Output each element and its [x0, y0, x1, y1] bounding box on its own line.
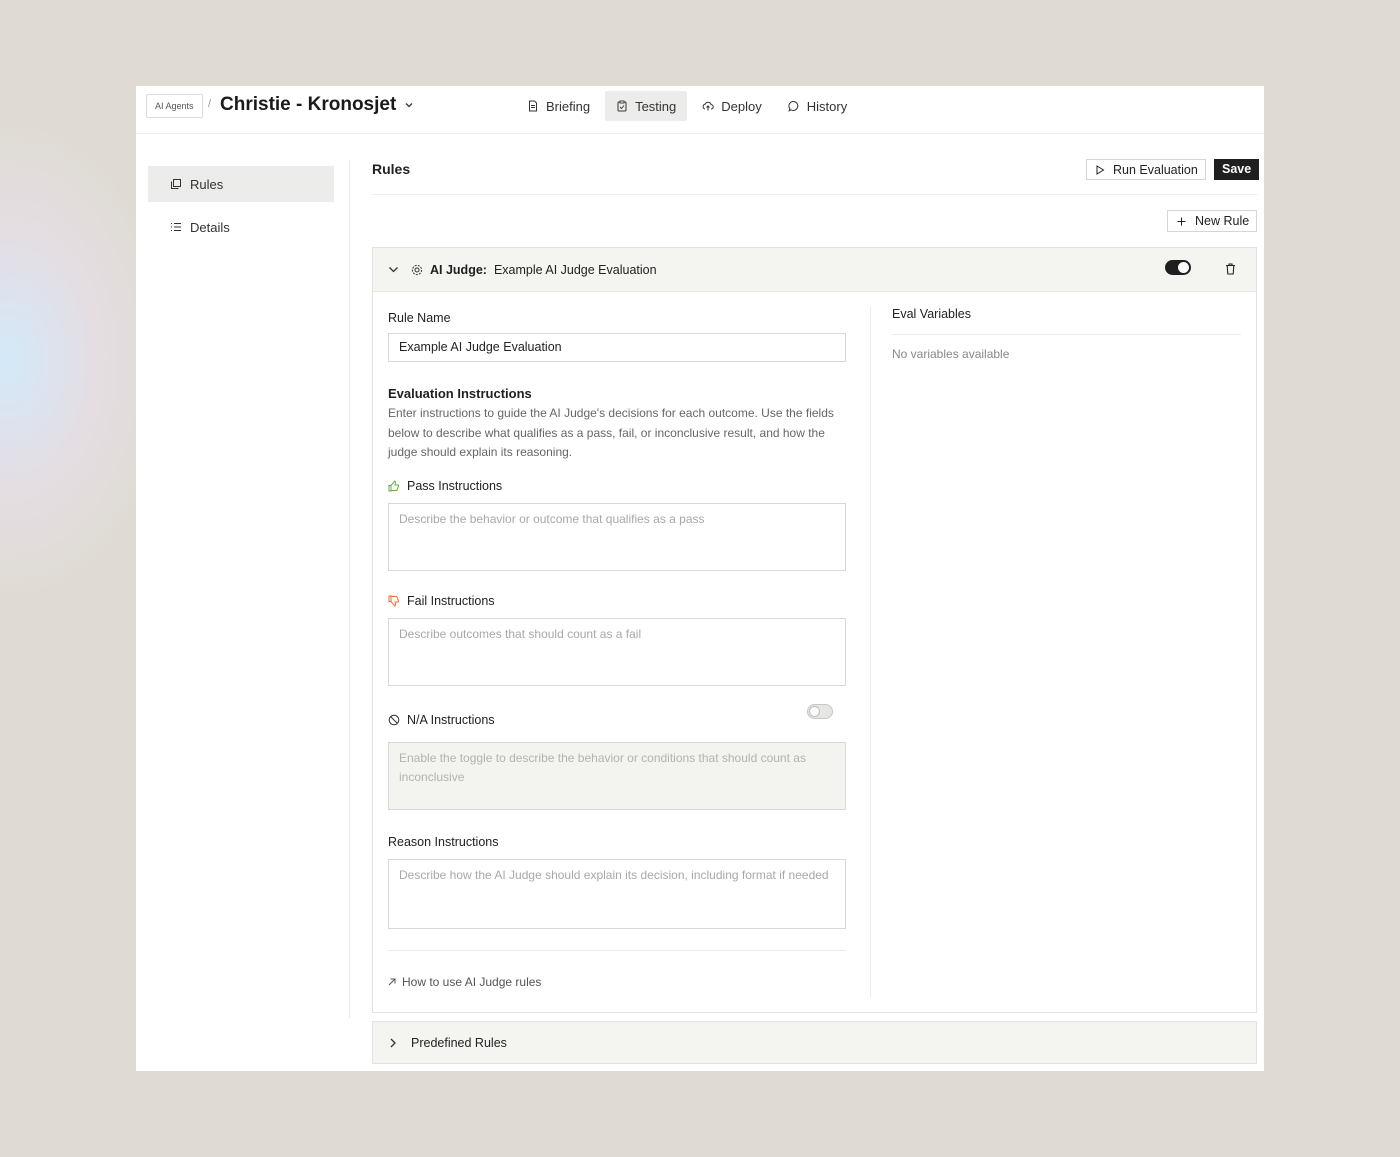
run-evaluation-label: Run Evaluation	[1113, 162, 1198, 177]
gear-icon	[411, 264, 423, 275]
new-rule-button[interactable]: New Rule	[1167, 210, 1258, 232]
pass-instructions-label: Pass Instructions	[407, 478, 503, 493]
chevron-down-icon	[405, 103, 413, 108]
page-title: Christie - Kronosjet	[220, 94, 397, 115]
fail-instructions-label: Fail Instructions	[407, 593, 495, 608]
app-window: AI Agents / Christie - Kronosjet Briefin…	[136, 86, 1264, 1071]
rule-name-label: Rule Name	[388, 311, 451, 325]
toggle-knob	[809, 705, 820, 717]
rule-card-header[interactable]: AI Judge: Example AI Judge Evaluation	[373, 248, 1256, 292]
pass-instructions-textarea[interactable]: Describe the behavior or outcome that qu…	[388, 502, 846, 571]
agent-title-dropdown[interactable]: Christie - Kronosjet	[220, 94, 414, 116]
fail-instructions-label-row: Fail Instructions	[388, 594, 846, 608]
help-link[interactable]: How to use AI Judge rules	[388, 975, 846, 989]
chat-history-icon	[788, 101, 799, 112]
tab-deploy[interactable]: Deploy	[691, 91, 772, 121]
sidebar-item-rules[interactable]: Rules	[148, 166, 334, 202]
tab-label: History	[806, 98, 848, 114]
na-instructions-toggle[interactable]	[807, 703, 833, 719]
evaluation-instructions-title: Evaluation Instructions	[388, 386, 532, 401]
rule-enabled-toggle[interactable]	[1165, 260, 1191, 275]
section-title: Rules	[372, 161, 411, 177]
sidebar: Rules Details	[148, 166, 334, 252]
save-button[interactable]: Save	[1214, 159, 1260, 180]
copy-stack-icon	[171, 179, 181, 189]
sidebar-item-label: Rules	[190, 176, 224, 192]
toggle-knob	[1178, 262, 1189, 273]
sidebar-item-label: Details	[190, 219, 230, 235]
tab-testing[interactable]: Testing	[605, 91, 688, 121]
predefined-rules-label: Predefined Rules	[411, 1035, 507, 1050]
eval-variables-empty: No variables available	[892, 347, 1010, 361]
pass-instructions-label-row: Pass Instructions	[388, 479, 846, 493]
plus-icon	[1177, 217, 1186, 225]
rule-header-name: Example AI Judge Evaluation	[493, 262, 657, 277]
tab-label: Briefing	[546, 98, 591, 114]
cloud-upload-icon	[702, 101, 714, 111]
arrow-up-right-icon	[388, 978, 396, 985]
rule-form: Rule Name Example AI Judge Evaluation Ev…	[388, 292, 846, 989]
na-instructions-label: N/A Instructions	[407, 712, 495, 727]
document-icon	[529, 100, 537, 112]
breadcrumb-separator: /	[208, 98, 212, 110]
tab-label: Deploy	[721, 98, 762, 114]
clipboard-icon	[617, 100, 627, 112]
eval-variables-panel: Eval Variables No variables available	[892, 307, 1241, 361]
top-bar: AI Agents / Christie - Kronosjet Briefin…	[136, 86, 1264, 134]
rule-name-input[interactable]: Example AI Judge Evaluation	[388, 333, 846, 362]
tab-history[interactable]: History	[777, 91, 858, 121]
main-nav: Briefing Testing Deploy History	[516, 91, 858, 121]
thumbs-up-icon	[388, 479, 399, 491]
chevron-right-icon	[390, 1038, 396, 1047]
help-link-label: How to use AI Judge rules	[402, 974, 542, 989]
rule-card: AI Judge: Example AI Judge Evaluation Ru…	[372, 247, 1257, 1013]
predefined-rules-section[interactable]: Predefined Rules	[372, 1021, 1257, 1064]
trash-icon[interactable]	[1225, 263, 1236, 275]
tab-label: Testing	[635, 98, 677, 114]
sidebar-divider	[349, 160, 350, 1018]
column-divider	[870, 307, 871, 998]
prohibited-icon	[388, 714, 400, 725]
reason-instructions-label: Reason Instructions	[388, 834, 499, 849]
breadcrumb-parent[interactable]: AI Agents	[146, 94, 203, 118]
reason-instructions-textarea[interactable]: Describe how the AI Judge should explain…	[388, 858, 846, 929]
na-instructions-textarea: Enable the toggle to describe the behavi…	[388, 741, 846, 810]
header-divider	[372, 194, 1257, 195]
rule-type-label: AI Judge:	[430, 262, 487, 277]
sidebar-item-details[interactable]: Details	[148, 209, 334, 245]
thumbs-down-icon	[388, 595, 399, 607]
list-icon	[171, 222, 181, 232]
chevron-down-icon[interactable]	[388, 264, 399, 275]
tab-briefing[interactable]: Briefing	[516, 91, 601, 121]
run-evaluation-button[interactable]: Run Evaluation	[1086, 159, 1206, 180]
na-instructions-label-row: N/A Instructions	[388, 703, 846, 727]
eval-variables-title: Eval Variables	[892, 307, 1241, 335]
evaluation-instructions-description: Enter instructions to guide the AI Judge…	[388, 406, 834, 459]
fail-instructions-textarea[interactable]: Describe outcomes that should count as a…	[388, 617, 846, 686]
form-divider	[388, 949, 846, 951]
new-rule-label: New Rule	[1195, 214, 1250, 228]
play-icon	[1096, 164, 1105, 175]
